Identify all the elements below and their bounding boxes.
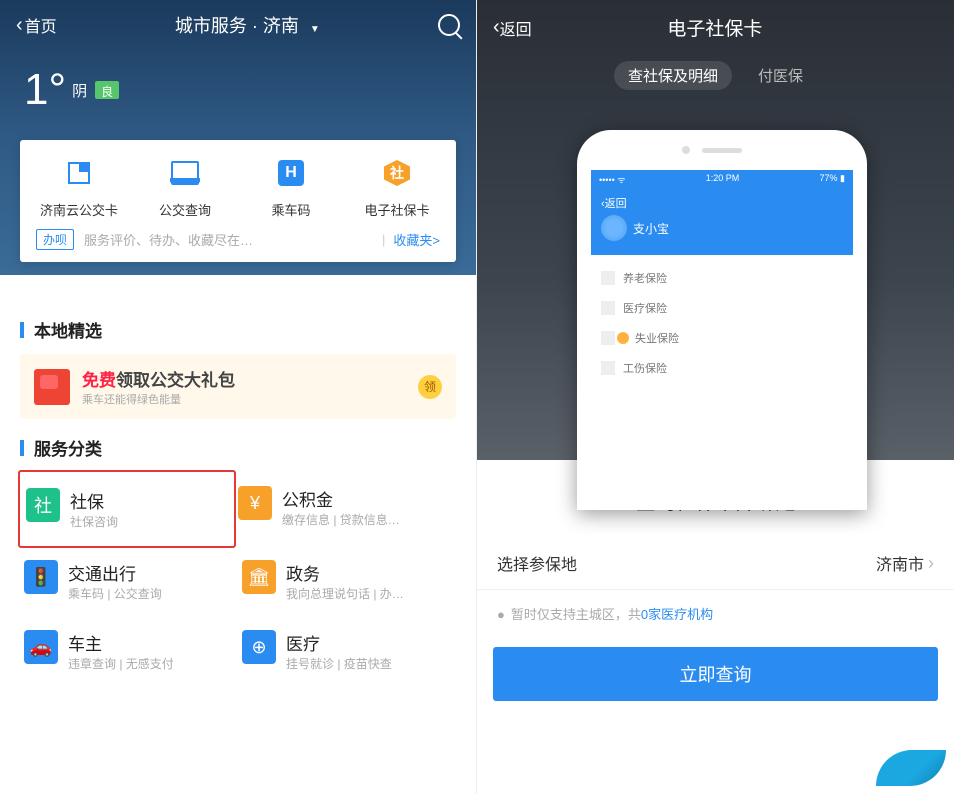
signal-icon: ••••• ᯤ (599, 173, 625, 186)
weather-condition: 阴 (72, 80, 87, 101)
service-icon: 🚦 (24, 560, 58, 594)
section-service-categories: 服务分类 (0, 419, 476, 472)
service-交通出行[interactable]: 🚦交通出行乘车码 | 公交查询 (20, 546, 238, 616)
highlight-dot-icon (617, 332, 629, 344)
checkbox-icon (601, 331, 615, 345)
service-政务[interactable]: 🏛政务我向总理说句话 | 办… (238, 546, 456, 616)
checkbox-icon (601, 361, 615, 375)
bus-icon (132, 156, 238, 190)
right-top-nav: ‹ 返回 电子社保卡 (477, 0, 954, 55)
quick-item-esscard[interactable]: 社 电子社保卡 (344, 156, 450, 219)
phone-camera-icon (682, 146, 690, 154)
service-icon: 🏛 (242, 560, 276, 594)
red-packet-icon (34, 369, 70, 405)
search-icon[interactable] (438, 14, 460, 36)
quick-item-bus-query[interactable]: 公交查询 (132, 156, 238, 219)
service-公积金[interactable]: ¥公积金缴存信息 | 贷款信息… (234, 472, 452, 546)
service-grid: 社社保社保咨询¥公积金缴存信息 | 贷款信息…🚦交通出行乘车码 | 公交查询🏛政… (0, 472, 476, 686)
quick-item-transit-card[interactable]: 济南云公交卡 (26, 156, 132, 219)
chevron-right-icon: › (928, 553, 934, 574)
banli-row: 办呗 服务评价、待办、收藏尽在… | 收藏夹> (26, 219, 450, 252)
insurance-item[interactable]: 工伤保险 (601, 353, 843, 383)
phone-back-link[interactable]: ‹返回 (601, 195, 843, 211)
aqi-badge: 良 (95, 81, 119, 99)
phone-speaker-icon (702, 148, 742, 153)
insurance-item[interactable]: 养老保险 (601, 263, 843, 293)
ride-code-icon: H (238, 156, 344, 190)
service-社保[interactable]: 社社保社保咨询 (18, 470, 236, 548)
promo-claim-button[interactable]: 领 (418, 375, 442, 399)
tab-pay-medical[interactable]: 付医保 (744, 61, 817, 90)
quick-items-row: 济南云公交卡 公交查询 H 乘车码 社 电子社保卡 (26, 156, 450, 219)
back-home-link[interactable]: ‹ 首页 (16, 13, 57, 37)
city-selector[interactable]: 城市服务 · 济南 ▼ (57, 12, 438, 38)
service-icon: ⊕ (242, 630, 276, 664)
section-bar-icon (20, 322, 24, 338)
phone-status-bar: ••••• ᯤ 1:20 PM 77% ▮ (591, 170, 853, 189)
service-icon: 社 (26, 488, 60, 522)
promo-banner[interactable]: 免费领取公交大礼包 乘车还能得绿色能量 领 (20, 354, 456, 419)
quick-access-card: 济南云公交卡 公交查询 H 乘车码 社 电子社保卡 办呗 服务评价、待办、收藏尽… (20, 140, 456, 262)
support-hint: ●暂时仅支持主城区，共0家医疗机构 (477, 590, 954, 647)
temperature: 1° (24, 65, 66, 115)
checkbox-icon (601, 271, 615, 285)
insurance-item[interactable]: 失业保险 (601, 323, 843, 353)
home-label: 首页 (25, 13, 57, 37)
phone-mockup: ••••• ᯤ 1:20 PM 77% ▮ ‹返回 支小宝 养老保险医疗保险失业… (577, 130, 867, 510)
location-selector[interactable]: 选择参保地 济南市 › (477, 537, 954, 590)
service-车主[interactable]: 🚗车主违章查询 | 无感支付 (20, 616, 238, 686)
esscard-screen: ‹ 返回 电子社保卡 查社保及明细 付医保 ••••• ᯤ 1:20 PM 77… (477, 0, 954, 794)
battery-icon: 77% ▮ (820, 173, 845, 186)
weather-widget[interactable]: 1° 阴 良 (24, 65, 119, 115)
insurance-list: 养老保险医疗保险失业保险工伤保险 (591, 255, 853, 391)
avatar (601, 215, 627, 241)
chevron-left-icon: ‹ (16, 14, 23, 37)
favorites-link[interactable]: 收藏夹> (393, 230, 440, 249)
hospital-count-link[interactable]: 0家医疗机构 (641, 607, 713, 622)
checkbox-icon (601, 301, 615, 315)
insurance-item[interactable]: 医疗保险 (601, 293, 843, 323)
phone-header: ‹返回 支小宝 (591, 189, 853, 255)
news-watermark-icon (876, 750, 946, 786)
service-icon: 🚗 (24, 630, 58, 664)
transit-card-icon (26, 156, 132, 190)
section-bar-icon (20, 440, 24, 456)
page-title: 电子社保卡 (492, 14, 938, 41)
top-nav: ‹ 首页 城市服务 · 济南 ▼ (0, 0, 476, 50)
tab-query-details[interactable]: 查社保及明细 (614, 61, 732, 90)
social-security-icon: 社 (344, 156, 450, 190)
banli-text: 服务评价、待办、收藏尽在… (84, 230, 374, 249)
hero-area: ‹ 首页 城市服务 · 济南 ▼ 1° 阴 良 济南云公交卡 公交 (0, 0, 476, 275)
quick-item-ride-code[interactable]: H 乘车码 (238, 156, 344, 219)
service-icon: ¥ (238, 486, 272, 520)
section-local-featured: 本地精选 (0, 301, 476, 354)
tabs: 查社保及明细 付医保 (477, 61, 954, 90)
banli-tag[interactable]: 办呗 (36, 229, 74, 250)
right-hero: ‹ 返回 电子社保卡 查社保及明细 付医保 ••••• ᯤ 1:20 PM 77… (477, 0, 954, 460)
query-button[interactable]: 立即查询 (493, 647, 938, 701)
dropdown-icon: ▼ (310, 24, 320, 35)
service-医疗[interactable]: ⊕医疗挂号就诊 | 疫苗快查 (238, 616, 456, 686)
phone-user-row: 支小宝 (601, 215, 843, 241)
city-service-screen: ‹ 首页 城市服务 · 济南 ▼ 1° 阴 良 济南云公交卡 公交 (0, 0, 477, 794)
